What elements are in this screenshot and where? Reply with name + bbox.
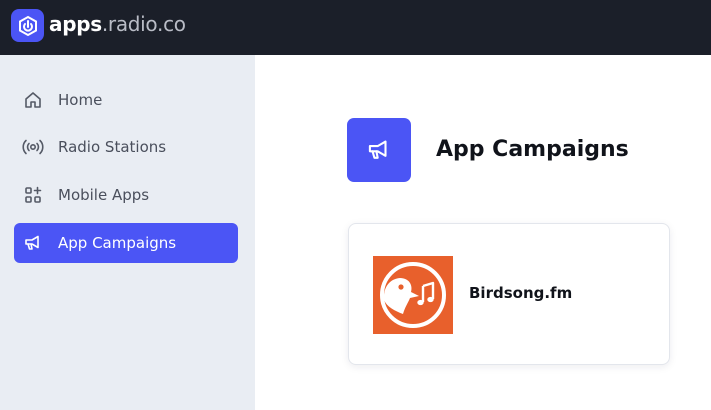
sidebar-item-mobile-apps[interactable]: Mobile Apps [14, 175, 238, 215]
megaphone-icon [22, 232, 44, 254]
brand-name-strong: apps [49, 12, 102, 36]
broadcast-icon [22, 136, 44, 158]
megaphone-icon [347, 118, 411, 182]
radio-co-logo-icon[interactable] [11, 9, 44, 42]
sidebar-item-app-campaigns[interactable]: App Campaigns [14, 223, 238, 263]
page-title: App Campaigns [436, 137, 629, 162]
top-bar: apps.radio.co [0, 0, 711, 55]
sidebar-item-label: App Campaigns [58, 234, 177, 252]
sidebar-item-radio-stations[interactable]: Radio Stations [14, 127, 238, 167]
sidebar-item-label: Radio Stations [58, 138, 167, 156]
sidebar-item-home[interactable]: Home [14, 80, 238, 120]
sidebar-item-label: Home [58, 91, 103, 109]
campaign-card[interactable]: Birdsong.fm [348, 223, 670, 365]
main-content: App Campaigns Birdsong.fm [255, 55, 711, 410]
brand-name[interactable]: apps.radio.co [49, 12, 186, 36]
birdsong-logo [373, 256, 453, 334]
brand-name-light: .radio.co [101, 12, 186, 36]
sidebar-item-label: Mobile Apps [58, 186, 150, 204]
sidebar: Home Radio Stations Mobile Apps App Camp… [0, 55, 255, 410]
app-name: Birdsong.fm [469, 284, 573, 302]
home-icon [22, 89, 44, 111]
apps-grid-icon [22, 184, 44, 206]
